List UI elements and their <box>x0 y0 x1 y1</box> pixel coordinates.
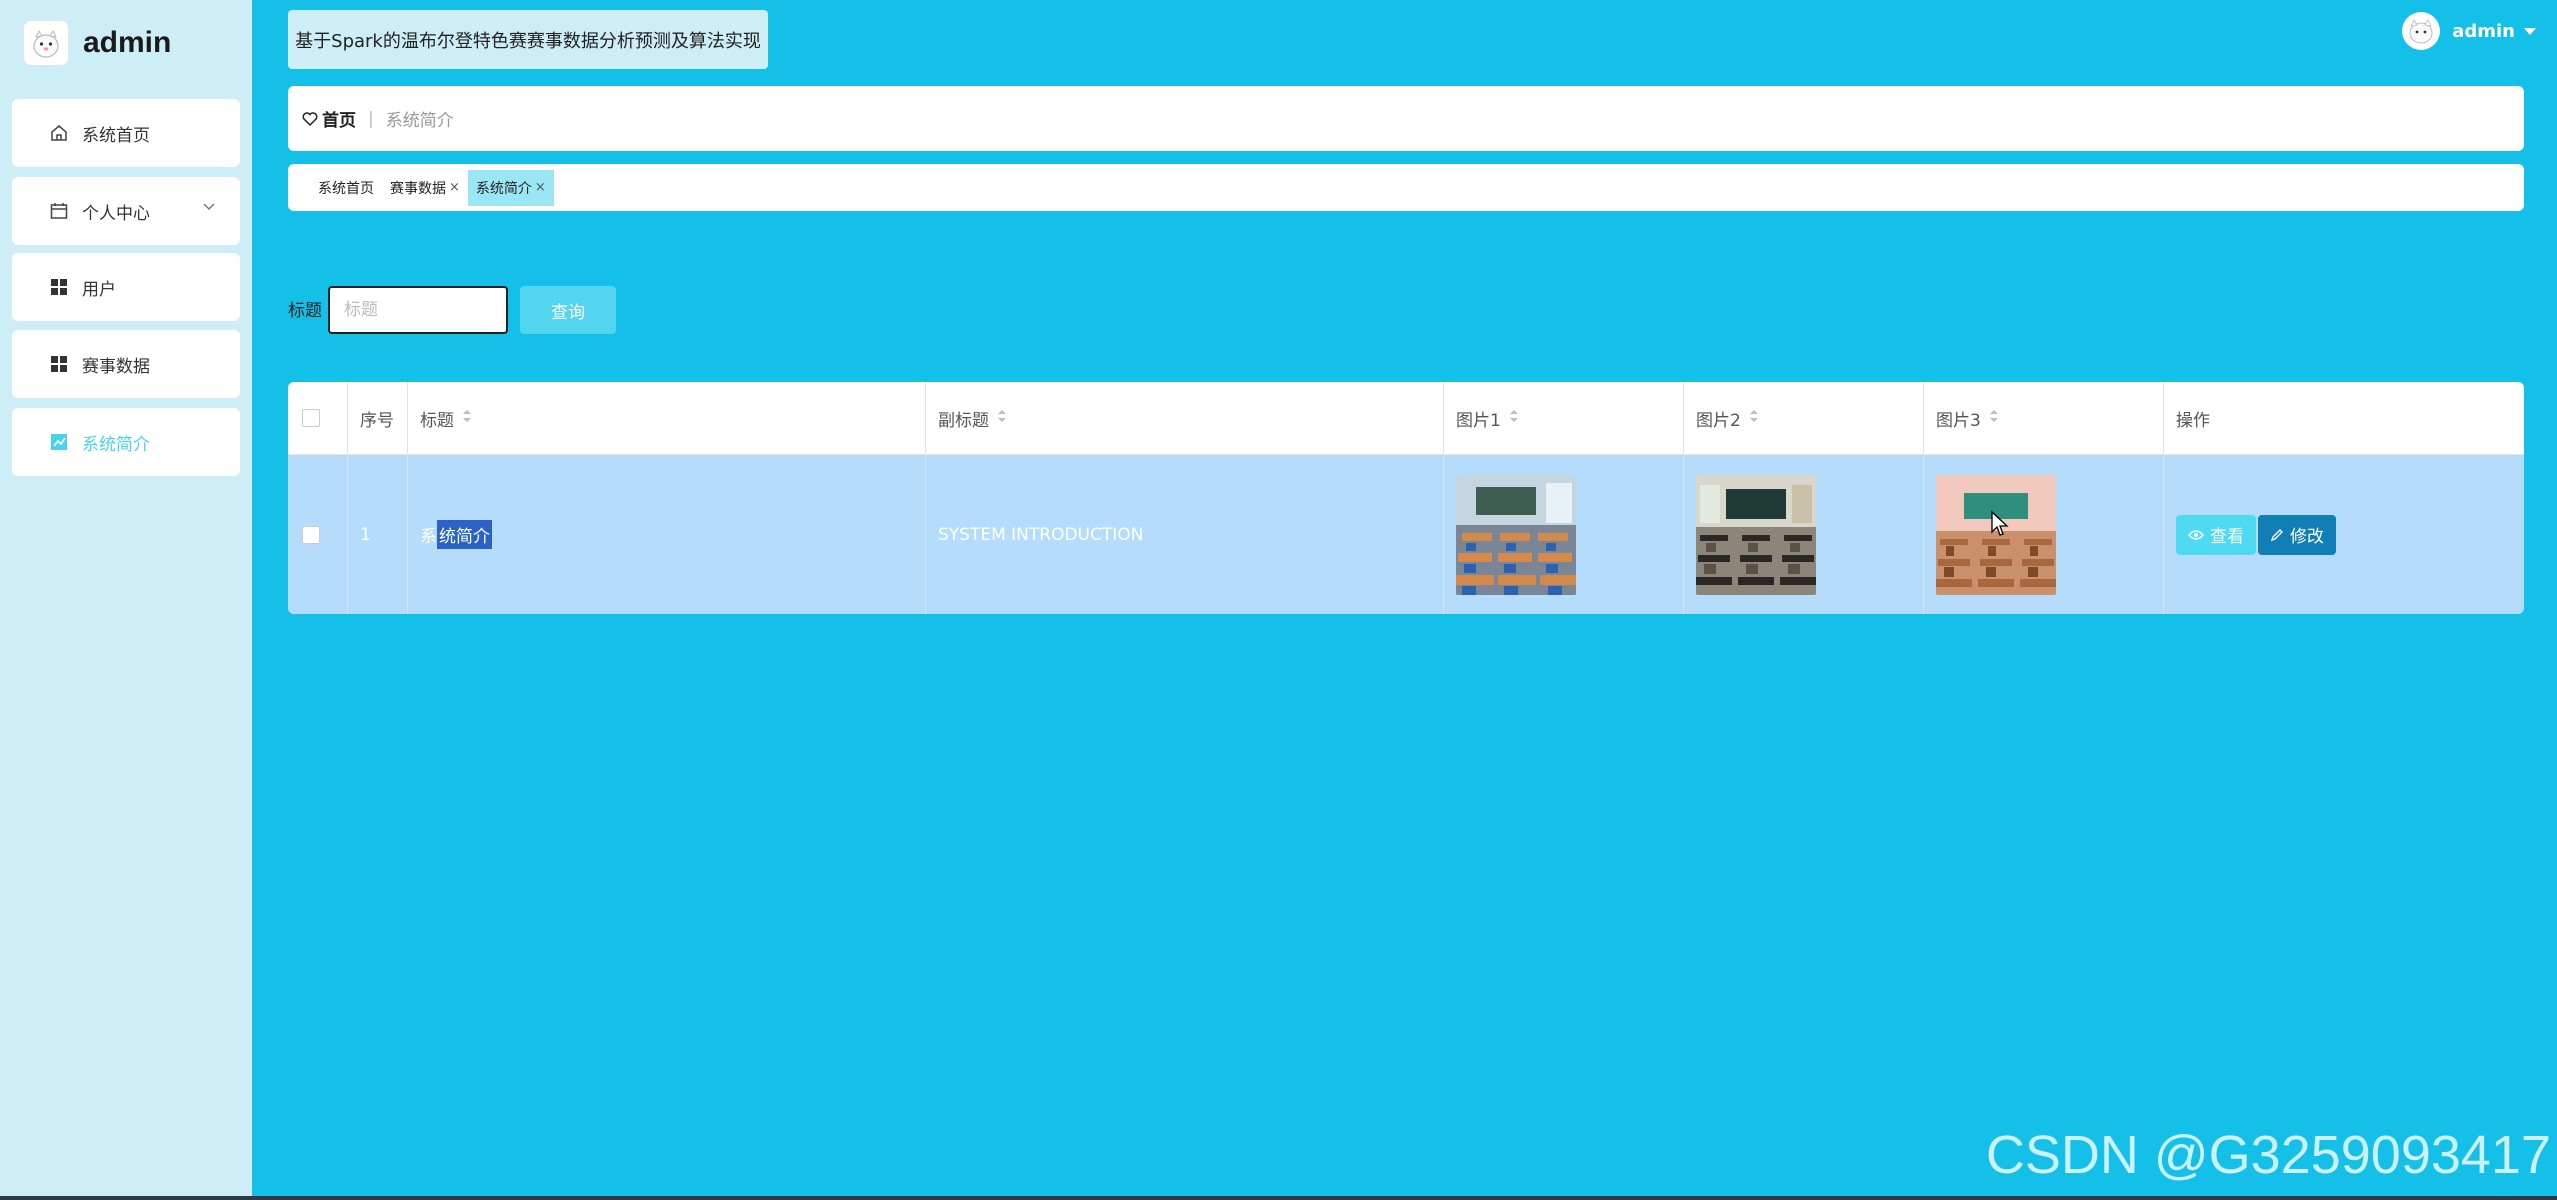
column-header-title[interactable]: 标题 <box>408 382 926 454</box>
tags-view: 系统首页 赛事数据 × 系统简介 × <box>288 164 2524 211</box>
search-button[interactable]: 查询 <box>520 286 616 334</box>
breadcrumb-separator: | <box>368 108 374 129</box>
calendar-icon <box>48 200 70 222</box>
pencil-icon <box>2270 528 2284 542</box>
search-input[interactable] <box>328 286 508 334</box>
row-pic1 <box>1444 455 1684 614</box>
view-button-label: 查看 <box>2210 527 2244 547</box>
classroom-image-2[interactable] <box>1696 474 1816 595</box>
edit-button[interactable]: 修改 <box>2258 514 2336 555</box>
eye-icon <box>2188 529 2204 541</box>
tag-home[interactable]: 系统首页 <box>310 170 382 206</box>
tag-system-intro[interactable]: 系统简介 × <box>467 169 554 206</box>
row-actions: 查看 修改 <box>2164 455 2524 614</box>
sort-icon[interactable] <box>462 408 472 428</box>
sort-icon[interactable] <box>997 408 1007 428</box>
column-header-label: 图片2 <box>1696 410 1741 431</box>
column-header-pic1[interactable]: 图片1 <box>1444 382 1684 454</box>
column-header-label: 图片1 <box>1456 410 1501 431</box>
column-header-label: 副标题 <box>938 410 989 431</box>
tag-match-data[interactable]: 赛事数据 × <box>382 170 468 206</box>
column-header-subtitle[interactable]: 副标题 <box>926 382 1444 454</box>
row-pic2 <box>1684 455 1924 614</box>
tag-label: 系统首页 <box>318 180 374 197</box>
sort-icon[interactable] <box>1749 408 1759 428</box>
heart-icon <box>302 111 318 127</box>
view-button[interactable]: 查看 <box>2176 514 2256 555</box>
mouse-cursor-icon <box>1990 510 2010 542</box>
brand-avatar-icon <box>23 20 69 66</box>
edit-button-label: 修改 <box>2290 527 2324 547</box>
breadcrumb-current: 系统简介 <box>385 111 454 131</box>
brand-name: admin <box>83 26 172 59</box>
close-icon[interactable]: × <box>535 180 546 195</box>
row-title-prefix: 系 <box>420 527 437 547</box>
sidebar-item-label: 用户 <box>82 279 116 300</box>
tag-label: 系统简介 <box>475 180 532 197</box>
user-avatar-icon <box>2402 12 2441 50</box>
row-title: 系统简介 <box>408 455 926 614</box>
row-subtitle-value: SYSTEM INTRODUCTION <box>938 524 1144 545</box>
sidebar-item-label: 系统简介 <box>82 434 150 455</box>
row-index-value: 1 <box>360 524 371 545</box>
column-header-actions: 操作 <box>2164 382 2524 454</box>
watermark: CSDN @G3259093417 <box>1985 1125 2551 1185</box>
sidebar-item-label: 系统首页 <box>82 125 150 146</box>
select-all-checkbox[interactable] <box>302 409 320 427</box>
column-header-label: 标题 <box>420 410 454 431</box>
sidebar-item-home[interactable]: 系统首页 <box>12 99 240 167</box>
row-title-selected-text: 统简介 <box>437 520 492 549</box>
app-title: 基于Spark的温布尔登特色赛赛事数据分析预测及算法实现 <box>288 10 768 69</box>
table-header: 序号 标题 副标题 图片1 图片2 图片3 操作 <box>288 382 2524 455</box>
chevron-down-icon <box>202 199 216 219</box>
column-header-index: 序号 <box>348 382 408 454</box>
bottom-edge <box>0 1196 2557 1200</box>
column-header-pic3[interactable]: 图片3 <box>1924 382 2164 454</box>
classroom-image-1[interactable] <box>1456 474 1576 595</box>
close-icon[interactable]: × <box>449 180 460 195</box>
sidebar-item-label: 个人中心 <box>82 203 150 224</box>
column-header-label: 序号 <box>360 410 394 431</box>
tag-label: 赛事数据 <box>390 180 446 197</box>
chart-icon <box>48 431 70 453</box>
table-row[interactable]: 1 系统简介 SYSTEM INTRODUCTION 查看 修改 <box>288 455 2524 614</box>
caret-down-icon <box>2523 22 2537 41</box>
sort-icon[interactable] <box>1989 408 1999 428</box>
breadcrumb-home[interactable]: 首页 <box>322 106 356 131</box>
grid-icon <box>48 353 70 375</box>
sort-icon[interactable] <box>1509 408 1519 428</box>
column-header-label: 图片3 <box>1936 410 1981 431</box>
column-header-label: 操作 <box>2176 410 2210 431</box>
row-select-cell <box>288 455 348 614</box>
user-name: admin <box>2452 20 2515 42</box>
sidebar-item-match-data[interactable]: 赛事数据 <box>12 330 240 398</box>
select-all-cell <box>288 382 348 454</box>
sidebar-item-label: 赛事数据 <box>82 356 150 377</box>
sidebar: admin 系统首页 个人中心 用户 赛事数据 系统简介 <box>0 0 252 1200</box>
sidebar-item-system-intro[interactable]: 系统简介 <box>12 408 240 476</box>
column-header-pic2[interactable]: 图片2 <box>1684 382 1924 454</box>
brand: admin <box>23 18 171 68</box>
row-pic3 <box>1924 455 2164 614</box>
breadcrumb: 首页 | 系统简介 <box>288 86 2524 151</box>
sidebar-item-users[interactable]: 用户 <box>12 253 240 321</box>
grid-icon <box>48 276 70 298</box>
row-index: 1 <box>348 455 408 614</box>
row-subtitle: SYSTEM INTRODUCTION <box>926 455 1444 614</box>
user-menu[interactable]: admin <box>2402 12 2537 50</box>
search-label: 标题 <box>288 301 322 321</box>
sidebar-item-personal-center[interactable]: 个人中心 <box>12 177 240 245</box>
data-table: 序号 标题 副标题 图片1 图片2 图片3 操作 1 系 统简介 SYSTEM … <box>288 382 2524 614</box>
row-checkbox[interactable] <box>302 525 320 544</box>
home-icon <box>48 122 70 144</box>
